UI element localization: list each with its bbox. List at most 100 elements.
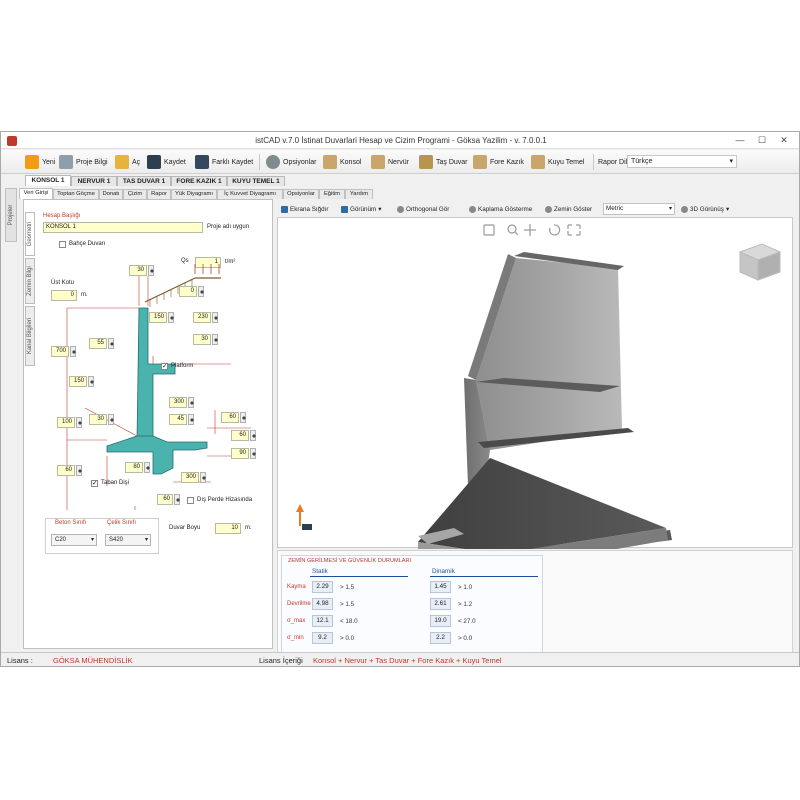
dim-wall-height-spinner[interactable] [70,346,76,357]
dim-tooth-position-spinner[interactable] [200,472,206,483]
tab-cizim[interactable]: Çizim [123,189,147,199]
close-icon[interactable]: ✕ [775,134,793,147]
tab-opsiyonlar[interactable]: Opsiyonlar [283,189,319,199]
dim-toe-thickness-input[interactable]: 60 [57,465,75,476]
dim-base-thickness-input[interactable]: 60 [231,430,249,441]
dim-heel-length-spinner[interactable] [188,397,194,408]
dim-toe-length-spinner[interactable] [76,417,82,428]
save-button[interactable]: Kaydet [147,153,186,171]
new-button[interactable]: Yeni [25,153,55,171]
zoom-window-icon[interactable] [483,224,495,236]
status-bar: Lisans : GÖKSA MÜHENDİSLİK Lisans İçeriğ… [1,652,799,666]
toe-tooth-label: Taban Dişi [101,480,130,486]
minimize-icon[interactable]: — [731,134,749,147]
kuyu-temel-button[interactable]: Kuyu Temel [531,153,584,171]
tab-yardim[interactable]: Yardım [345,189,373,199]
dim-toe-thickness-spinner[interactable] [76,465,82,476]
rotate-icon[interactable] [549,224,561,236]
tas-duvar-button[interactable]: Taş Duvar [419,153,468,171]
title-input[interactable]: KONSOL 1 [43,222,203,233]
navigation-icons[interactable] [483,224,581,236]
tab-konsol-1[interactable]: KONSOL 1 [25,175,71,186]
tab-tas-duvar-1[interactable]: TAS DUVAR 1 [117,176,171,186]
tab-zemin-bilgi[interactable]: Zemin Bilgi [25,258,35,304]
nervur-button[interactable]: Nervür [371,153,409,171]
dim-tooth-width-input[interactable]: 80 [125,462,143,473]
dim-slope-spinner[interactable] [198,286,204,297]
dim-toe-slope-input[interactable]: 30 [89,414,107,425]
wall-length-input[interactable]: 10 [215,523,241,534]
dim-tooth-depth-input[interactable]: 90 [231,448,249,459]
dim-toe-slope-spinner[interactable] [108,414,114,425]
dim-tooth-height-spinner[interactable] [174,494,180,505]
tab-toptan-gocme[interactable]: Toptan Göçme [53,189,99,199]
save-as-button[interactable]: Farklı Kaydet [195,153,253,171]
tab-yuk-diyagrami[interactable]: Yük Diyagramı [171,189,217,199]
garden-wall-checkbox[interactable] [59,241,66,248]
options-button[interactable]: Opsiyonlar [266,153,316,171]
dim-haunch-spinner[interactable] [88,376,94,387]
orthogonal-view-button[interactable]: Orthogonal Gör [397,203,449,215]
konsol-button[interactable]: Konsol [323,153,361,171]
view-menu-button[interactable]: Görünüm ▾ [341,203,381,215]
dim-platform-level-spinner[interactable] [212,312,218,323]
zoom-icon[interactable] [507,224,517,234]
dim-tooth-depth-spinner[interactable] [250,448,256,459]
steel-select[interactable]: S420 [105,534,151,546]
tab-fore-kazik-1[interactable]: FORE KAZIK 1 [171,176,227,186]
dim-heel-thickness-spinner[interactable] [240,412,246,423]
3d-viewport[interactable] [277,217,793,570]
tab-nervur-1[interactable]: NERVUR 1 [71,176,117,186]
dim-heel-length-input[interactable]: 300 [169,397,187,408]
dim-platform-level-input[interactable]: 230 [193,312,211,323]
tab-donati[interactable]: Donatı [99,189,123,199]
dim-slope-input[interactable]: 0 [179,286,197,297]
dim-toe-length-input[interactable]: 100 [57,417,75,428]
dim-platform-length-input[interactable]: 150 [149,312,167,323]
maximize-icon[interactable]: ☐ [753,134,771,147]
dim-base-thickness-spinner[interactable] [250,430,256,441]
show-soil-button[interactable]: Zemin Göster [545,203,592,215]
dim-platform-thickness-input[interactable]: 30 [193,334,211,345]
tab-kuyu-temel-1[interactable]: KUYU TEMEL 1 [227,176,285,186]
dim-heel-thickness-input[interactable]: 60 [221,412,239,423]
outer-face-level-checkbox[interactable] [187,497,194,504]
units-select[interactable]: Metric [603,203,675,215]
dim-stem-offset-spinner[interactable] [108,338,114,349]
dim-tooth-width-spinner[interactable] [144,462,150,473]
tab-geometri[interactable]: Geometri [25,212,35,256]
dim-tooth-position-input[interactable]: 300 [181,472,199,483]
open-label: Aç [132,158,141,166]
fit-to-screen-button[interactable]: Ekrana Sığdır [281,203,329,215]
sigma-max-label: σ_max [287,618,306,624]
dim-stem-offset-input[interactable]: 55 [89,338,107,349]
dim-stem-bottom-spinner[interactable] [188,414,194,425]
dim-haunch-input[interactable]: 150 [69,376,87,387]
platform-checkbox[interactable]: ✓ [161,363,168,370]
coating-toggle-button[interactable]: Kaplama Gösterme [469,203,532,215]
dim-top-width-input[interactable]: 30 [129,265,147,276]
devrilme-dynamic-criteria: > 1.2 [458,601,473,608]
tab-rapor[interactable]: Rapor [147,189,171,199]
dim-platform-length-spinner[interactable] [168,312,174,323]
view-cube[interactable] [738,243,782,281]
toe-tooth-checkbox[interactable]: ✓ [91,480,98,487]
sigma-min-dynamic-criteria: > 0.0 [458,635,473,642]
dim-top-width-spinner[interactable] [148,265,154,276]
dim-stem-bottom-input[interactable]: 45 [169,414,187,425]
open-button[interactable]: Aç [115,153,140,171]
dim-tooth-height-input[interactable]: 60 [157,494,173,505]
fullscreen-icon[interactable] [567,224,581,236]
project-info-button[interactable]: Proje Bilgi [59,153,108,171]
concrete-select[interactable]: C20 [51,534,97,546]
fore-kazik-button[interactable]: Fore Kazık [473,153,524,171]
tab-veri-girisi[interactable]: Veri Girişi [19,188,53,199]
tab-ic-kuvvet-diyagrami[interactable]: İç Kuvvet Diyagramı [217,189,283,199]
tab-kanal-bilgileri[interactable]: Kanal Bilgileri [25,306,35,366]
dim-wall-height-input[interactable]: 700 [51,346,69,357]
projects-tab[interactable]: Projeler [5,188,17,242]
report-language-select[interactable]: Türkçe [627,155,737,168]
tab-egitim[interactable]: Eğitim [319,189,345,199]
dim-platform-thickness-spinner[interactable] [212,334,218,345]
3d-view-button[interactable]: 3D Görünüş ▾ [681,203,729,215]
